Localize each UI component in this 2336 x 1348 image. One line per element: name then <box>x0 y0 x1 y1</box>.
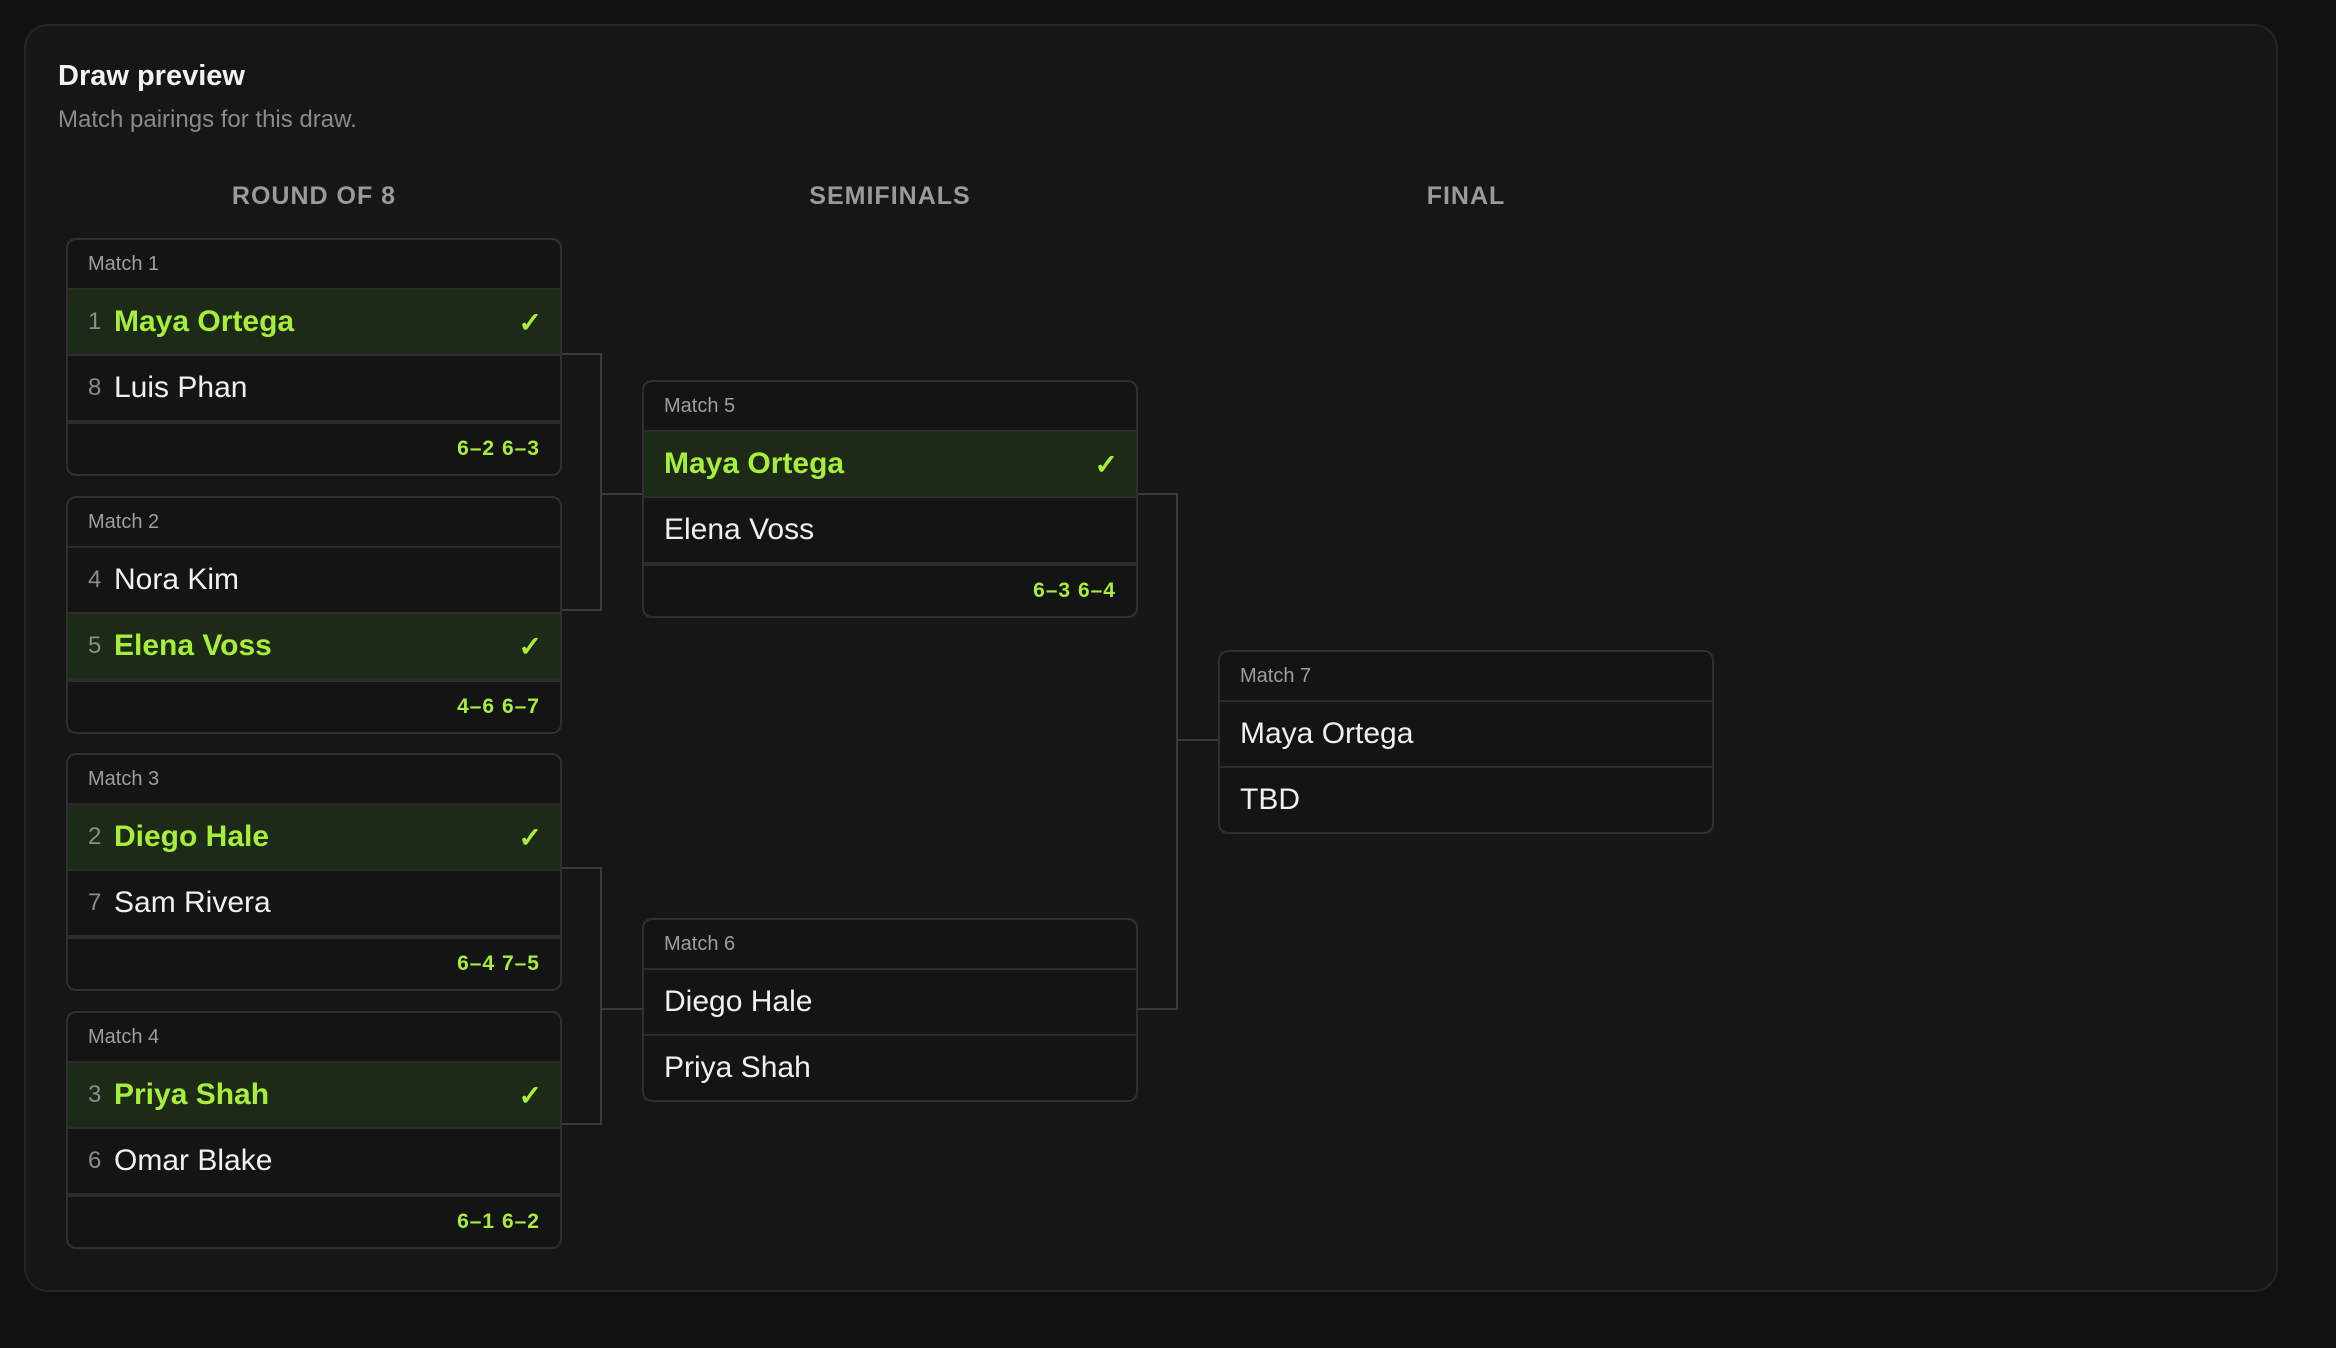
match-card[interactable]: Match 4 3 Priya Shah ✓ 6 Omar Blake 6–1 … <box>66 1011 562 1249</box>
check-icon: ✓ <box>1094 448 1118 480</box>
check-icon: ✓ <box>518 1079 542 1111</box>
match-score: 6–2 6–3 <box>68 422 560 474</box>
match-label: Match 1 <box>68 240 560 290</box>
player-row[interactable]: TBD <box>1220 768 1712 832</box>
match-label: Match 4 <box>68 1013 560 1063</box>
seed-number: 4 <box>88 566 102 593</box>
player-name: Omar Blake <box>114 1144 273 1177</box>
match-label: Match 6 <box>644 920 1136 970</box>
player-name: Maya Ortega <box>664 447 845 480</box>
player-name: Luis Phan <box>114 371 248 404</box>
match-card[interactable]: Match 1 1 Maya Ortega ✓ 8 Luis Phan 6–2 … <box>66 238 562 476</box>
player-name: Priya Shah <box>664 1051 811 1084</box>
connector-sf <box>1137 493 1218 1010</box>
match-label: Match 3 <box>68 755 560 805</box>
seed-number: 7 <box>88 889 102 916</box>
player-name: Diego Hale <box>664 985 813 1018</box>
match-card[interactable]: Match 3 2 Diego Hale ✓ 7 Sam Rivera 6–4 … <box>66 753 562 991</box>
player-row-winner[interactable]: 1 Maya Ortega ✓ <box>68 290 560 356</box>
match-score: 6–1 6–2 <box>68 1195 560 1247</box>
player-name: Diego Hale <box>114 820 270 853</box>
seed-number: 2 <box>88 823 102 850</box>
check-icon: ✓ <box>518 821 542 853</box>
match-card[interactable]: Match 6 Diego Hale Priya Shah <box>642 918 1138 1102</box>
seed-number: 8 <box>88 374 102 401</box>
match-card[interactable]: Match 2 4 Nora Kim 5 Elena Voss ✓ 4–6 6–… <box>66 496 562 734</box>
seed-number: 3 <box>88 1081 102 1108</box>
player-name: Elena Voss <box>664 513 815 546</box>
player-row-winner[interactable]: 2 Diego Hale ✓ <box>68 805 560 871</box>
player-name: Nora Kim <box>114 563 240 596</box>
seed-number: 5 <box>88 632 102 659</box>
match-score: 6–4 7–5 <box>68 937 560 989</box>
match-label: Match 2 <box>68 498 560 548</box>
player-row-winner[interactable]: 5 Elena Voss ✓ <box>68 614 560 680</box>
match-score: 4–6 6–7 <box>68 680 560 732</box>
match-card[interactable]: Match 7 Maya Ortega TBD <box>1218 650 1714 834</box>
player-name: Maya Ortega <box>1240 717 1414 750</box>
connector-r1-top <box>561 353 642 611</box>
player-name: Maya Ortega <box>114 305 295 338</box>
player-row[interactable]: Diego Hale <box>644 970 1136 1036</box>
player-row[interactable]: 8 Luis Phan <box>68 356 560 422</box>
player-row[interactable]: Maya Ortega <box>1220 702 1712 768</box>
player-name: TBD <box>1240 783 1300 816</box>
match-card[interactable]: Match 5 Maya Ortega ✓ Elena Voss 6–3 6–4 <box>642 380 1138 618</box>
player-row-winner[interactable]: Maya Ortega ✓ <box>644 432 1136 498</box>
player-name: Sam Rivera <box>114 886 271 919</box>
player-row[interactable]: 4 Nora Kim <box>68 548 560 614</box>
player-row[interactable]: 7 Sam Rivera <box>68 871 560 937</box>
connector-r1-bottom <box>561 867 642 1125</box>
match-label: Match 5 <box>644 382 1136 432</box>
player-row[interactable]: 6 Omar Blake <box>68 1129 560 1195</box>
check-icon: ✓ <box>518 306 542 338</box>
player-row[interactable]: Elena Voss <box>644 498 1136 564</box>
match-label: Match 7 <box>1220 652 1712 702</box>
player-name: Elena Voss <box>114 629 272 662</box>
player-row-winner[interactable]: 3 Priya Shah ✓ <box>68 1063 560 1129</box>
match-score: 6–3 6–4 <box>644 564 1136 616</box>
player-row[interactable]: Priya Shah <box>644 1036 1136 1100</box>
check-icon: ✓ <box>518 630 542 662</box>
player-name: Priya Shah <box>114 1078 270 1111</box>
seed-number: 6 <box>88 1147 102 1174</box>
seed-number: 1 <box>88 308 102 335</box>
